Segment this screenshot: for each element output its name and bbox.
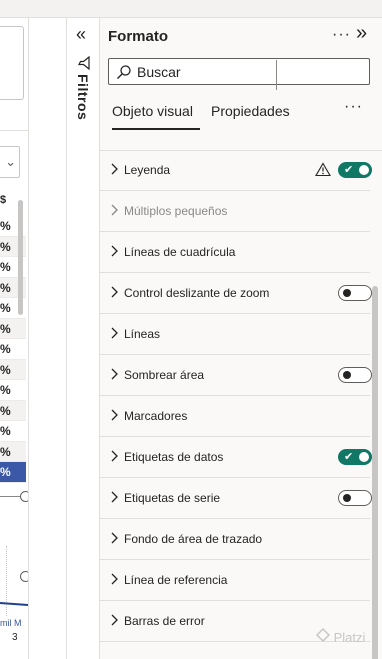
format-section[interactable]: Control deslizante de zoom [100,273,372,314]
table-row[interactable]: % [0,318,26,339]
double-chevron-left-icon[interactable]: « [76,24,86,45]
section-toggle[interactable]: ✔ [338,162,372,178]
watermark-text: Platzi [333,630,366,645]
section-toggle[interactable] [338,490,372,506]
pane-scrollbar[interactable] [372,286,378,659]
tab-properties[interactable]: Propiedades [211,103,290,119]
search-icon [117,65,131,79]
format-section-label: Línea de referencia [124,573,228,587]
table-row[interactable]: % [0,400,26,421]
chevron-right-icon[interactable] [109,613,119,627]
pane-divider [28,18,29,659]
divider [0,130,28,131]
format-section[interactable]: Línea de referencia [100,560,370,601]
window-edge [276,60,282,90]
table-row[interactable]: % [0,359,26,380]
table-row[interactable]: % [0,462,26,483]
chart-axis-tick: 3 [12,632,18,643]
format-section[interactable]: Etiquetas de datos ✔ [100,437,372,478]
section-toggle[interactable] [338,285,372,301]
format-tabs: Objeto visual Propiedades ··· [100,98,382,130]
table-row[interactable]: % [0,339,26,360]
more-options-icon[interactable]: ··· [332,26,351,44]
chevron-right-icon[interactable] [109,572,119,586]
toggle-knob [359,165,369,175]
chevron-right-icon[interactable] [109,531,119,545]
format-section[interactable]: Líneas de cuadrícula [100,232,370,273]
filter-icon [78,56,90,70]
table-row[interactable]: % [0,441,26,462]
search-placeholder: Buscar [137,64,181,80]
toggle-knob [343,371,351,379]
format-section[interactable]: Múltiplos pequeños [100,191,370,232]
card-visual[interactable] [0,26,24,100]
format-section[interactable]: Marcadores [100,396,370,437]
chevron-right-icon[interactable] [109,408,119,422]
format-section-label: Barras de error [124,614,205,628]
section-toggle[interactable]: ✔ [338,449,372,465]
table-scrollbar[interactable] [18,200,23,315]
watermark: Platzi [316,628,365,645]
table-row[interactable]: % [0,380,26,401]
format-section[interactable]: Líneas [100,314,370,355]
chevron-right-icon[interactable] [109,449,119,463]
slider-handle[interactable] [20,491,28,502]
format-section-label: Líneas [124,327,161,341]
format-section-label: Fondo de área de trazado [124,532,263,546]
chevron-right-icon[interactable] [109,244,119,258]
filters-pane-collapsed[interactable]: « Filtros [66,18,100,659]
double-chevron-right-icon[interactable]: » [356,22,367,45]
chevron-right-icon[interactable] [109,203,119,217]
format-section-label: Control deslizante de zoom [124,286,270,300]
checkmark-icon: ✔ [344,451,354,463]
section-toggle[interactable] [338,367,372,383]
chart-axis-label: mil M [0,618,22,628]
format-section-label: Marcadores [124,409,188,423]
report-canvas-fragment: ⌄ $ %%%%%%%%%%%%% mil M 3 [0,18,28,659]
chevron-down-icon: ⌄ [5,154,16,169]
chart-gridline [6,546,7,616]
format-section-label: Múltiplos pequeños [124,204,228,218]
platzi-logo-icon [316,628,330,642]
chevron-right-icon[interactable] [109,162,119,176]
warning-icon [315,162,331,177]
tab-visual[interactable]: Objeto visual [112,103,193,119]
format-section-label: Leyenda [124,163,171,177]
slicer-dropdown[interactable]: ⌄ [0,146,20,178]
checkmark-icon: ✔ [344,164,354,176]
format-section[interactable]: Etiquetas de serie [100,478,372,519]
top-strip [0,0,382,18]
active-tab-indicator [112,128,200,130]
format-section[interactable]: Fondo de área de trazado [100,519,370,560]
format-section-label: Etiquetas de serie [124,491,221,505]
slider-handle-2[interactable] [20,571,28,582]
pane-title: Formato [108,28,168,45]
chevron-right-icon[interactable] [109,326,119,340]
table-row[interactable]: % [0,421,26,442]
format-section[interactable]: Sombrear área [100,355,372,396]
chart-series-line [0,602,28,606]
chevron-right-icon[interactable] [109,367,119,381]
toggle-knob [359,452,369,462]
format-section-label: Sombrear área [124,368,205,382]
format-section-label: Líneas de cuadrícula [124,245,236,259]
tabs-more-icon[interactable]: ··· [344,98,363,116]
chevron-right-icon[interactable] [109,490,119,504]
toggle-knob [343,494,351,502]
chevron-right-icon[interactable] [109,285,119,299]
format-section-label: Etiquetas de datos [124,450,224,464]
format-pane: Formato ··· » Buscar Objeto visual Propi… [100,18,382,659]
search-input[interactable]: Buscar [108,58,370,85]
format-section[interactable]: Leyenda ✔ [100,150,372,191]
filters-label[interactable]: Filtros [75,74,91,120]
toggle-knob [343,289,351,297]
